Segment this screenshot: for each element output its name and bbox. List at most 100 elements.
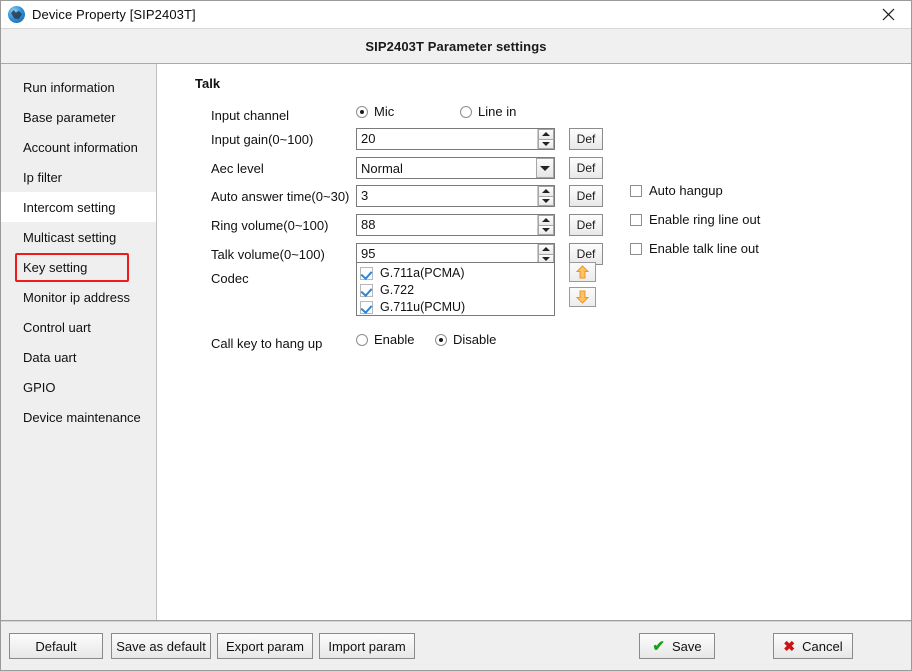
globe-icon bbox=[8, 6, 25, 23]
label-talk-volume: Talk volume(0~100) bbox=[211, 246, 325, 262]
sidebar-item-gpio[interactable]: GPIO bbox=[1, 372, 156, 402]
export-param-button[interactable]: Export param bbox=[217, 633, 313, 659]
arrow-down-icon bbox=[576, 290, 589, 304]
spinner-down-icon[interactable] bbox=[538, 195, 554, 206]
ring-volume-spinbox[interactable]: 88 bbox=[356, 214, 555, 236]
input-gain-spinbox[interactable]: 20 bbox=[356, 128, 555, 150]
check-icon: ✔ bbox=[652, 637, 665, 655]
save-as-default-button[interactable]: Save as default bbox=[111, 633, 211, 659]
list-item[interactable]: G.711a(PCMA) bbox=[360, 265, 554, 281]
checkbox-enable-talk-line-out[interactable]: Enable talk line out bbox=[630, 241, 759, 256]
aec-level-value: Normal bbox=[361, 160, 403, 176]
sidebar-item-account-information[interactable]: Account information bbox=[1, 132, 156, 162]
field-input-channel: Input channel bbox=[211, 104, 289, 126]
spinner-down-icon[interactable] bbox=[538, 224, 554, 235]
label-input-gain: Input gain(0~100) bbox=[211, 131, 314, 147]
header-strip: SIP2403T Parameter settings bbox=[1, 28, 911, 64]
sidebar-item-run-information[interactable]: Run information bbox=[1, 72, 156, 102]
spinner-talk-volume[interactable] bbox=[537, 244, 554, 264]
spinner-input-gain[interactable] bbox=[537, 129, 554, 149]
input-gain-value[interactable]: 20 bbox=[357, 129, 537, 149]
spinner-auto-answer-time[interactable] bbox=[537, 186, 554, 206]
close-icon bbox=[882, 8, 895, 21]
spinner-ring-volume[interactable] bbox=[537, 215, 554, 235]
footer-button-bar: Default Save as default Export param Imp… bbox=[1, 621, 911, 670]
auto-answer-time-spinbox[interactable]: 3 bbox=[356, 185, 555, 207]
field-call-key-hang-up: Call key to hang up bbox=[211, 332, 322, 354]
radio-label-line-in: Line in bbox=[478, 104, 517, 119]
def-button-auto-answer-time[interactable]: Def bbox=[569, 185, 603, 207]
field-talk-volume: Talk volume(0~100) bbox=[211, 243, 325, 265]
sidebar-item-control-uart[interactable]: Control uart bbox=[1, 312, 156, 342]
checkbox-checked-icon[interactable] bbox=[360, 266, 373, 280]
checkbox-auto-hangup[interactable]: Auto hangup bbox=[630, 183, 723, 198]
label-codec: Codec bbox=[211, 270, 249, 286]
field-auto-answer-time: Auto answer time(0~30) bbox=[211, 185, 349, 207]
group-label-talk: Talk bbox=[195, 76, 221, 91]
device-property-window: Device Property [SIP2403T] SIP2403T Para… bbox=[0, 0, 912, 671]
window-body: Run information Base parameter Account i… bbox=[1, 64, 911, 621]
label-ring-volume: Ring volume(0~100) bbox=[211, 217, 329, 233]
codec-list[interactable]: G.711a(PCMA) G.722 G.711u(PCMU) bbox=[356, 262, 555, 316]
list-item[interactable]: G.711u(PCMU) bbox=[360, 299, 554, 315]
codec-move-up-button[interactable] bbox=[569, 262, 596, 282]
list-item[interactable]: G.722 bbox=[360, 282, 554, 298]
spinner-up-icon[interactable] bbox=[538, 186, 554, 196]
def-button-ring-volume[interactable]: Def bbox=[569, 214, 603, 236]
radio-selected-icon bbox=[435, 333, 447, 346]
codec-label: G.711u(PCMU) bbox=[380, 300, 466, 314]
field-codec: Codec bbox=[211, 267, 249, 289]
codec-label: G.711a(PCMA) bbox=[380, 266, 465, 280]
radio-label-enable: Enable bbox=[374, 332, 415, 347]
def-button-input-gain[interactable]: Def bbox=[569, 128, 603, 150]
radio-call-key-disable[interactable]: Disable bbox=[435, 332, 496, 347]
spinner-up-icon[interactable] bbox=[538, 215, 554, 225]
checkbox-label-enable-ring-line-out: Enable ring line out bbox=[649, 212, 761, 227]
checkbox-unchecked-icon bbox=[630, 213, 642, 226]
aec-level-select[interactable]: Normal bbox=[356, 157, 555, 179]
import-param-button[interactable]: Import param bbox=[319, 633, 415, 659]
checkbox-label-enable-talk-line-out: Enable talk line out bbox=[649, 241, 759, 256]
radio-call-key-enable[interactable]: Enable bbox=[356, 332, 414, 347]
label-call-key-hang-up: Call key to hang up bbox=[211, 335, 323, 351]
sidebar-item-monitor-ip-address[interactable]: Monitor ip address bbox=[1, 282, 156, 312]
codec-move-down-button[interactable] bbox=[569, 287, 596, 307]
sidebar-item-multicast-setting[interactable]: Multicast setting bbox=[1, 222, 156, 252]
radio-label-disable: Disable bbox=[453, 332, 497, 347]
def-button-aec-level[interactable]: Def bbox=[569, 157, 603, 179]
sidebar: Run information Base parameter Account i… bbox=[1, 64, 157, 620]
radio-unselected-icon bbox=[356, 333, 368, 346]
spinner-down-icon[interactable] bbox=[538, 138, 554, 149]
radio-input-channel-line-in[interactable]: Line in bbox=[460, 104, 516, 119]
radio-input-channel-mic[interactable]: Mic bbox=[356, 104, 394, 119]
field-ring-volume: Ring volume(0~100) bbox=[211, 214, 328, 236]
sidebar-item-base-parameter[interactable]: Base parameter bbox=[1, 102, 156, 132]
spinner-up-icon[interactable] bbox=[538, 244, 554, 254]
window-title: Device Property [SIP2403T] bbox=[32, 7, 196, 22]
spinner-up-icon[interactable] bbox=[538, 129, 554, 139]
save-button[interactable]: ✔ Save bbox=[639, 633, 715, 659]
codec-reorder-buttons bbox=[569, 262, 596, 312]
close-button[interactable] bbox=[866, 1, 911, 28]
cancel-button[interactable]: ✖ Cancel bbox=[773, 633, 853, 659]
checkbox-checked-icon[interactable] bbox=[360, 283, 373, 297]
ring-volume-value[interactable]: 88 bbox=[357, 215, 537, 235]
checkbox-enable-ring-line-out[interactable]: Enable ring line out bbox=[630, 212, 760, 227]
checkbox-checked-icon[interactable] bbox=[360, 300, 373, 314]
sidebar-item-intercom-setting[interactable]: Intercom setting bbox=[1, 192, 156, 222]
auto-answer-time-value[interactable]: 3 bbox=[357, 186, 537, 206]
checkbox-unchecked-icon bbox=[630, 184, 642, 197]
chevron-down-icon[interactable] bbox=[536, 158, 554, 178]
talk-volume-value[interactable]: 95 bbox=[357, 244, 537, 264]
sidebar-item-device-maintenance[interactable]: Device maintenance bbox=[1, 402, 156, 432]
save-button-label: Save bbox=[671, 638, 702, 654]
cancel-button-label: Cancel bbox=[802, 638, 843, 654]
x-icon: ✖ bbox=[783, 638, 796, 654]
checkbox-label-auto-hangup: Auto hangup bbox=[649, 183, 723, 198]
radio-selected-icon bbox=[356, 105, 368, 118]
sidebar-item-key-setting[interactable]: Key setting bbox=[1, 252, 156, 282]
sidebar-item-ip-filter[interactable]: Ip filter bbox=[1, 162, 156, 192]
sidebar-item-data-uart[interactable]: Data uart bbox=[1, 342, 156, 372]
default-button[interactable]: Default bbox=[9, 633, 103, 659]
settings-panel: Talk Input channel Mic Line in Input gai… bbox=[157, 64, 911, 620]
